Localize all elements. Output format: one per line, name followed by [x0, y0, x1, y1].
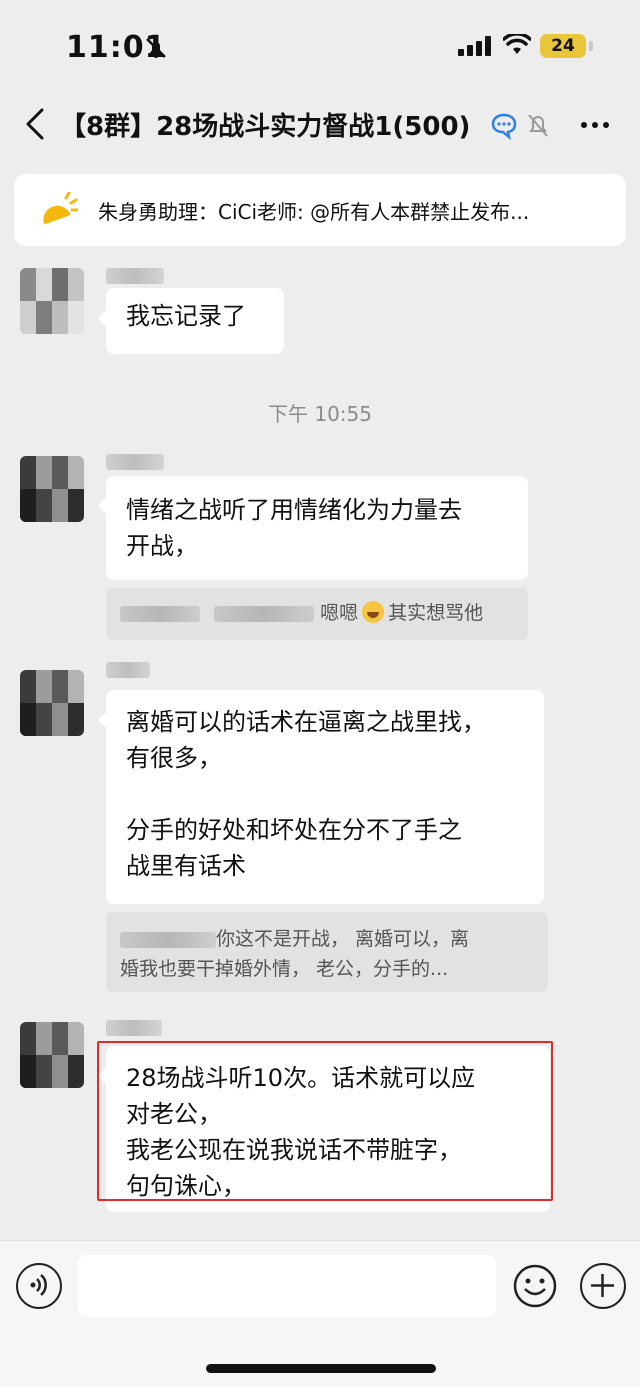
quoted-text: 嗯嗯: [320, 602, 359, 624]
group-chat-icon[interactable]: [490, 112, 518, 140]
quoted-sender-blurred: [120, 931, 216, 948]
quoted-text-line2: 婚我也要干掉婚外情， 老公，分手的...: [120, 958, 449, 980]
avatar[interactable]: [20, 670, 84, 736]
quoted-text-end: 其实想骂他: [388, 602, 484, 624]
message-text: 战里有话术: [126, 852, 246, 880]
quoted-message[interactable]: 嗯嗯 其实想骂他: [106, 588, 528, 640]
quoted-sender-blurred: [120, 605, 200, 622]
voice-icon[interactable]: [16, 1263, 62, 1309]
message-bubble[interactable]: 离婚可以的话术在逼离之战里找， 有很多， 分手的好处和坏处在分不了手之 战里有话…: [98, 690, 544, 904]
message-input[interactable]: [78, 1255, 496, 1317]
laughing-emoji-icon: [362, 601, 385, 623]
chat-header: 【8群】28场战斗实力督战1(500): [0, 92, 640, 158]
status-bar: 11:01 24: [0, 0, 640, 92]
sender-name-blurred: [106, 1020, 162, 1036]
timestamp: 下午 10:55: [268, 402, 372, 426]
sender-name-blurred: [106, 268, 164, 284]
sender-name-blurred: [106, 454, 164, 470]
message-text: 情绪之战听了用情绪化为力量去: [126, 496, 462, 524]
more-icon[interactable]: [578, 110, 612, 140]
signal-icon: [458, 36, 491, 56]
back-icon[interactable]: [24, 108, 46, 140]
input-bar: [0, 1240, 640, 1387]
battery-indicator: 24: [540, 34, 586, 58]
message-text: 开战，: [126, 532, 198, 560]
mute-icon: [528, 114, 548, 137]
member-count: (500): [392, 112, 471, 142]
message-text: 离婚可以的话术在逼离之战里找，: [126, 708, 486, 736]
quoted-text: 你这不是开战， 离婚可以，离: [216, 928, 470, 950]
chat-title: 【8群】28场战斗实力督战1(500): [60, 106, 490, 143]
group-name: 【8群】28场战斗实力督战1: [60, 112, 393, 142]
message-text: 有很多，: [126, 744, 222, 772]
battery-tip: [589, 41, 593, 51]
wifi-icon: [503, 34, 531, 54]
message-bubble[interactable]: 情绪之战听了用情绪化为力量去 开战，: [98, 476, 528, 580]
sender-name-blurred: [106, 662, 150, 678]
group-announcement[interactable]: 朱身勇助理：CiCi老师: @所有人本群禁止发布...: [14, 174, 626, 246]
message-bubble[interactable]: 我忘记录了: [98, 288, 284, 354]
avatar[interactable]: [20, 456, 84, 522]
emoji-icon[interactable]: [512, 1263, 558, 1309]
announcement-text: 朱身勇助理：CiCi老师: @所有人本群禁止发布...: [98, 200, 530, 224]
avatar[interactable]: [20, 1022, 84, 1088]
highlight-box: [97, 1041, 553, 1201]
avatar[interactable]: [20, 268, 84, 334]
plus-icon[interactable]: [580, 1263, 626, 1309]
home-indicator: [206, 1364, 436, 1373]
bell-slash-icon: [146, 38, 166, 58]
quoted-text-blurred: [214, 605, 315, 622]
message-text: 分手的好处和坏处在分不了手之: [126, 816, 462, 844]
message-text: 我忘记录了: [126, 302, 246, 330]
announcement-icon: [43, 192, 78, 225]
quoted-message[interactable]: 你这不是开战， 离婚可以，离 婚我也要干掉婚外情， 老公，分手的...: [106, 912, 548, 992]
